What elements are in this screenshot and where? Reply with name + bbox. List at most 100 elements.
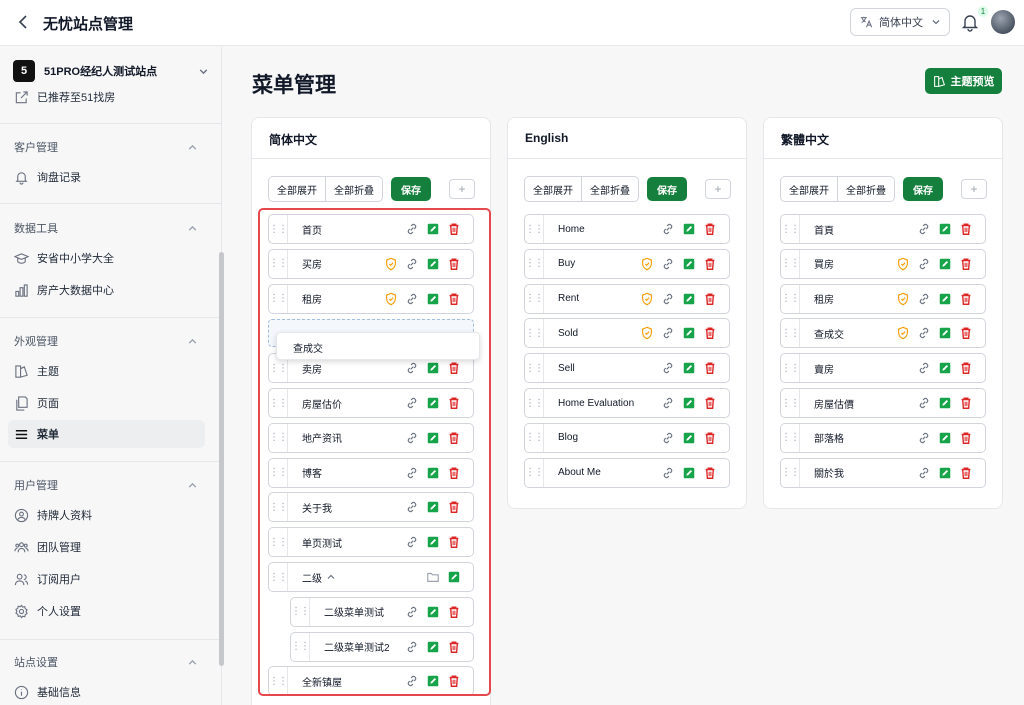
collapse-all-button[interactable]: 全部折叠 <box>581 177 638 201</box>
trash-icon[interactable] <box>959 431 973 445</box>
trash-icon[interactable] <box>703 257 717 271</box>
trash-icon[interactable] <box>703 466 717 480</box>
edit-icon[interactable] <box>682 396 696 410</box>
drag-handle-icon[interactable]: ⋮⋮ <box>525 354 544 383</box>
drag-handle-icon[interactable]: ⋮⋮ <box>781 284 800 313</box>
edit-icon[interactable] <box>682 292 696 306</box>
menu-item[interactable]: ⋮⋮ 关于我 <box>268 492 474 523</box>
section-customer[interactable]: 客户管理 <box>14 139 198 155</box>
menu-item[interactable]: ⋮⋮ Blog <box>524 422 730 453</box>
link-icon[interactable] <box>405 605 419 619</box>
edit-icon[interactable] <box>426 466 440 480</box>
drag-handle-icon[interactable]: ⋮⋮ <box>291 597 310 626</box>
expand-all-button[interactable]: 全部展开 <box>525 177 581 201</box>
drag-handle-icon[interactable]: ⋮⋮ <box>781 319 800 348</box>
edit-icon[interactable] <box>426 396 440 410</box>
link-icon[interactable] <box>917 466 931 480</box>
trash-icon[interactable] <box>959 292 973 306</box>
add-item-button[interactable]: + <box>961 179 987 199</box>
drag-handle-icon[interactable]: ⋮⋮ <box>269 493 288 522</box>
sidebar-item-bigdata[interactable]: 房产大数据中心 <box>8 276 205 304</box>
trash-icon[interactable] <box>447 222 461 236</box>
menu-item[interactable]: ⋮⋮ 二级 <box>268 562 474 592</box>
sidebar-item-subscribers[interactable]: 订阅用户 <box>8 565 205 593</box>
edit-icon[interactable] <box>938 361 952 375</box>
drag-handle-icon[interactable]: ⋮⋮ <box>781 249 800 278</box>
trash-icon[interactable] <box>447 674 461 688</box>
link-icon[interactable] <box>917 396 931 410</box>
collapse-all-button[interactable]: 全部折疊 <box>837 177 894 201</box>
sidebar-item-inquiries[interactable]: 询盘记录 <box>8 163 205 191</box>
menu-item[interactable]: ⋮⋮ 博客 <box>268 457 474 488</box>
link-icon[interactable] <box>405 674 419 688</box>
drag-handle-icon[interactable]: ⋮⋮ <box>781 389 800 417</box>
expand-all-button[interactable]: 全部展开 <box>781 177 837 201</box>
menu-item[interactable]: ⋮⋮ 二级菜单测试 <box>290 596 474 627</box>
link-icon[interactable] <box>661 396 675 410</box>
edit-icon[interactable] <box>426 605 440 619</box>
trash-icon[interactable] <box>959 257 973 271</box>
theme-preview-button[interactable]: 主题预览 <box>925 68 1002 94</box>
section-data-tools[interactable]: 数据工具 <box>14 220 198 236</box>
sidebar-item-license[interactable]: 持牌人资料 <box>8 501 205 529</box>
link-icon[interactable] <box>661 326 675 340</box>
link-icon[interactable] <box>917 257 931 271</box>
menu-item[interactable]: ⋮⋮ 買房 <box>780 248 986 279</box>
sidebar-item-schools[interactable]: 安省中小学大全 <box>8 244 205 272</box>
link-icon[interactable] <box>917 361 931 375</box>
menu-item[interactable]: ⋮⋮ 房屋估价 <box>268 388 474 418</box>
drag-handle-icon[interactable]: ⋮⋮ <box>525 284 544 313</box>
link-icon[interactable] <box>917 222 931 236</box>
menu-item[interactable]: ⋮⋮ Buy <box>524 248 730 279</box>
drag-handle-icon[interactable]: ⋮⋮ <box>269 667 288 696</box>
drag-handle-icon[interactable]: ⋮⋮ <box>781 423 800 452</box>
drag-handle-icon[interactable]: ⋮⋮ <box>269 389 288 417</box>
back-arrow-icon[interactable] <box>14 12 34 32</box>
edit-icon[interactable] <box>682 222 696 236</box>
trash-icon[interactable] <box>447 500 461 514</box>
drag-handle-icon[interactable]: ⋮⋮ <box>525 249 544 278</box>
link-icon[interactable] <box>405 535 419 549</box>
trash-icon[interactable] <box>447 292 461 306</box>
menu-item[interactable]: ⋮⋮ Home <box>524 214 730 244</box>
menu-item[interactable]: ⋮⋮ 部落格 <box>780 422 986 453</box>
add-item-button[interactable]: + <box>449 179 475 199</box>
edit-icon[interactable] <box>938 222 952 236</box>
drag-handle-icon[interactable]: ⋮⋮ <box>525 215 544 243</box>
edit-icon[interactable] <box>426 361 440 375</box>
drag-handle-icon[interactable]: ⋮⋮ <box>269 215 288 243</box>
menu-item[interactable]: ⋮⋮ 租房 <box>268 283 474 314</box>
edit-icon[interactable] <box>426 222 440 236</box>
link-icon[interactable] <box>405 500 419 514</box>
add-item-button[interactable]: + <box>705 179 731 199</box>
trash-icon[interactable] <box>447 361 461 375</box>
menu-item[interactable]: ⋮⋮ 首頁 <box>780 214 986 244</box>
drag-handle-icon[interactable]: ⋮⋮ <box>781 215 800 243</box>
link-icon[interactable] <box>661 222 675 236</box>
menu-item[interactable]: ⋮⋮ Home Evaluation <box>524 388 730 418</box>
edit-icon[interactable] <box>938 466 952 480</box>
link-icon[interactable] <box>917 326 931 340</box>
menu-item[interactable]: ⋮⋮ 全新镇屋 <box>268 666 474 697</box>
edit-icon[interactable] <box>682 466 696 480</box>
link-icon[interactable] <box>405 396 419 410</box>
edit-icon[interactable] <box>938 257 952 271</box>
sidebar-item-team[interactable]: 团队管理 <box>8 533 205 561</box>
menu-item[interactable]: ⋮⋮ About Me <box>524 457 730 488</box>
sidebar-item-settings[interactable]: 个人设置 <box>8 597 205 625</box>
trash-icon[interactable] <box>959 326 973 340</box>
edit-icon[interactable] <box>938 396 952 410</box>
link-icon[interactable] <box>405 466 419 480</box>
link-icon[interactable] <box>405 361 419 375</box>
trash-icon[interactable] <box>703 326 717 340</box>
collapse-all-button[interactable]: 全部折叠 <box>325 177 382 201</box>
drag-handle-icon[interactable]: ⋮⋮ <box>269 423 288 452</box>
save-button[interactable]: 保存 <box>903 177 943 201</box>
menu-item[interactable]: ⋮⋮ Sold <box>524 318 730 349</box>
link-icon[interactable] <box>661 361 675 375</box>
trash-icon[interactable] <box>959 222 973 236</box>
trash-icon[interactable] <box>959 396 973 410</box>
language-select[interactable]: 简体中文 <box>850 8 950 36</box>
dragging-item[interactable]: 查成交 <box>276 332 480 361</box>
drag-handle-icon[interactable]: ⋮⋮ <box>781 354 800 383</box>
